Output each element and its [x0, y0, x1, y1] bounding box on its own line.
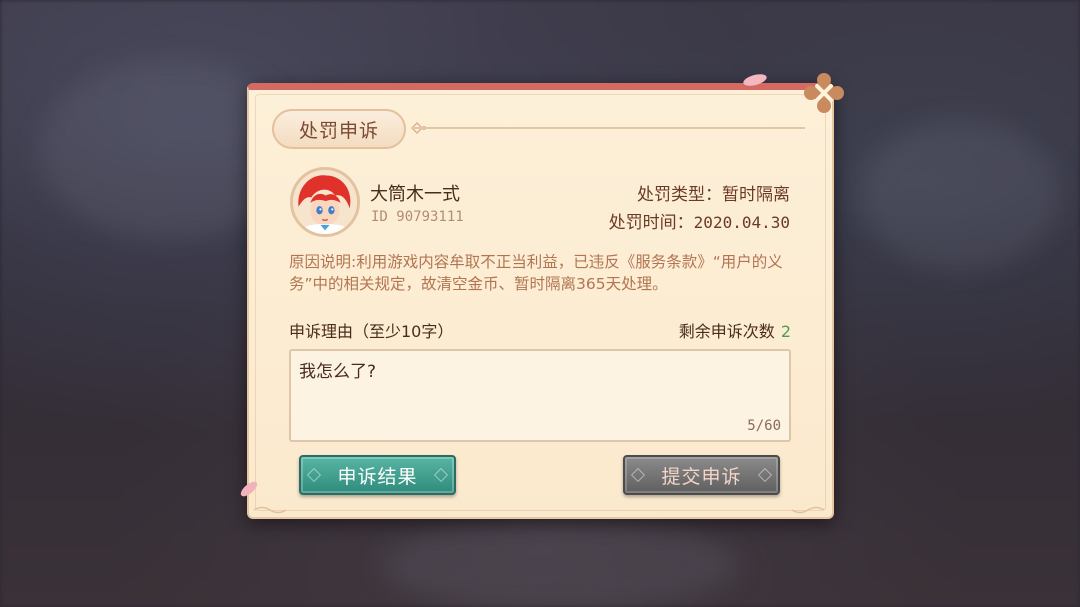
appeal-reason-text: 我怎么了? [299, 362, 377, 382]
penalty-type-value: 暂时隔离 [722, 185, 790, 205]
petal-decoration-icon [743, 74, 767, 86]
background-blur-shape [380, 520, 740, 607]
player-name: 大筒木一式 [370, 184, 460, 205]
corner-ornament-icon [253, 506, 287, 514]
penalty-time-label: 处罚时间： [608, 213, 694, 233]
corner-ornament-icon [791, 506, 825, 514]
appeal-reason-label: 申诉理由（至少10字） [289, 322, 454, 341]
petal-decoration-icon [240, 481, 258, 497]
remaining-appeals-count: 2 [780, 322, 791, 341]
background-blur-shape [860, 120, 1060, 270]
character-counter: 5/60 [747, 418, 781, 434]
close-x-icon [804, 73, 844, 113]
avatar [290, 167, 360, 237]
close-button[interactable] [803, 72, 845, 114]
remaining-appeals-label: 剩余申诉次数 [678, 322, 775, 341]
penalty-time-value: 2020.04.30 [693, 213, 790, 232]
player-id: ID 90793111 [371, 209, 464, 225]
submit-appeal-button[interactable]: 提交申诉 [623, 455, 780, 495]
title-divider [412, 127, 805, 129]
penalty-type-label: 处罚类型： [637, 185, 722, 205]
penalty-time: 处罚时间：2020.04.30 [609, 208, 790, 233]
reason-description: 原因说明:利用游戏内容牟取不正当利益，已违反《服务条款》“用户的义务”中的相关规… [289, 253, 783, 293]
remaining-appeals: 剩余申诉次数 2 [679, 318, 791, 342]
dialog-title: 处罚申诉 [272, 109, 406, 149]
penalty-type: 处罚类型：暂时隔离 [637, 180, 790, 205]
appeal-reason-input[interactable]: 我怎么了? 5/60 [289, 349, 791, 442]
red-haired-character-avatar-icon [293, 170, 357, 234]
appeal-result-button[interactable]: 申诉结果 [299, 455, 456, 495]
